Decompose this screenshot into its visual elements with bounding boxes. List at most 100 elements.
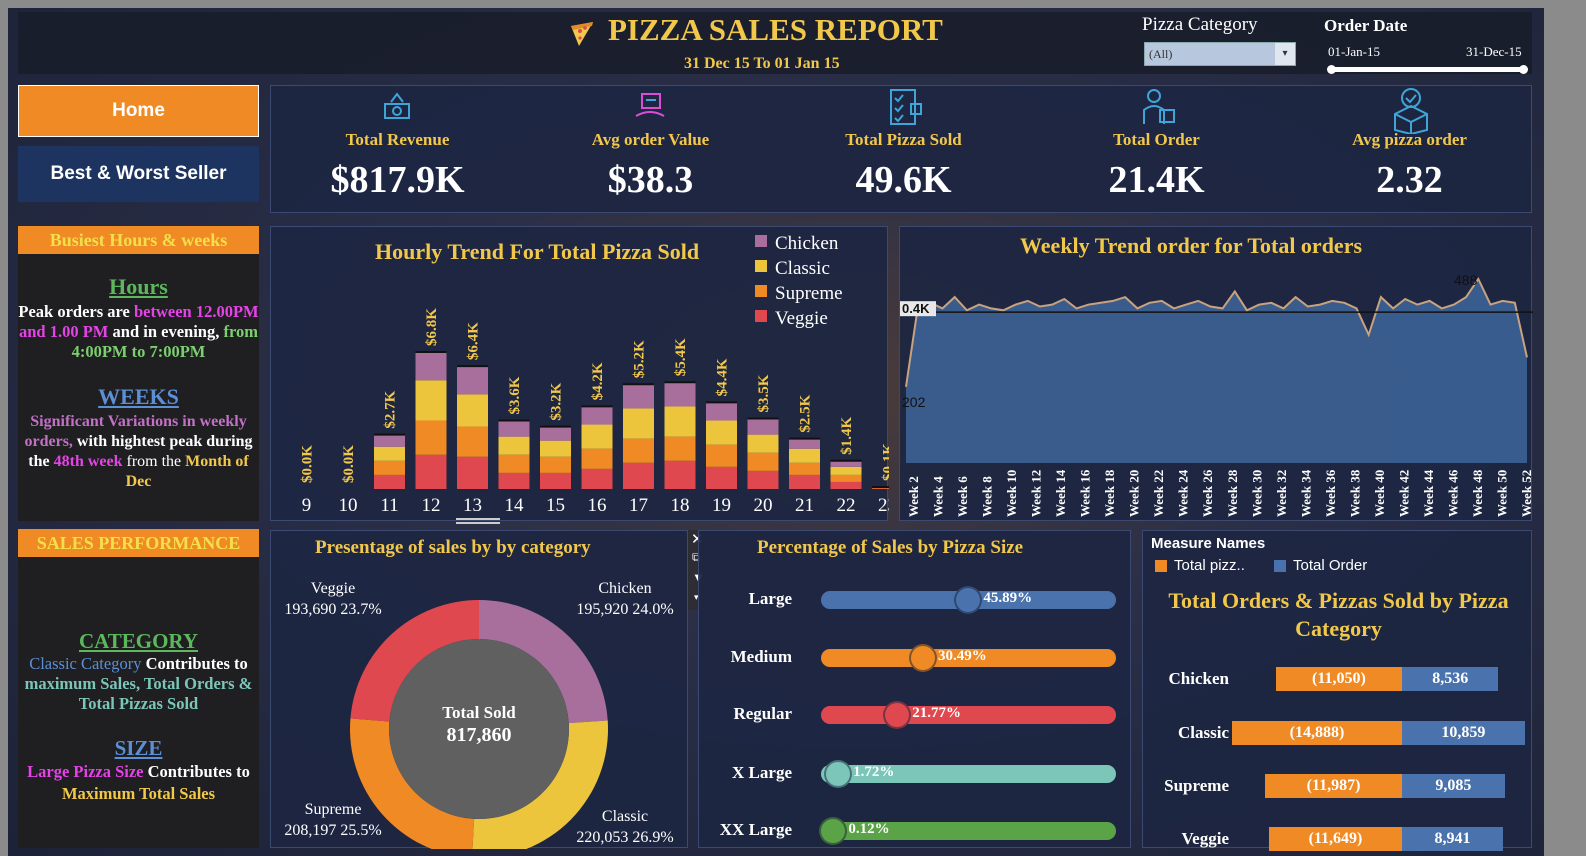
- bar-segment-supreme[interactable]: [830, 474, 862, 482]
- bar-segment-veggie[interactable]: [540, 472, 571, 489]
- bar-total-order[interactable]: 8,536: [1402, 667, 1499, 691]
- bar-segment-classic[interactable]: [664, 406, 696, 437]
- bar-segment-supreme[interactable]: [747, 452, 779, 471]
- bar-segment-classic[interactable]: [747, 434, 779, 453]
- hours-text-3: and in evening,: [108, 322, 224, 341]
- legend-label-pizzas: Total pizz..: [1174, 557, 1245, 574]
- bar-segment-supreme[interactable]: [415, 420, 447, 455]
- bar-segment-classic[interactable]: [623, 408, 654, 439]
- bar-segment-supreme[interactable]: [374, 460, 405, 475]
- hourly-trend-panel: Hourly Trend For Total Pizza Sold $0.0K 9…: [270, 226, 889, 522]
- bar-segment-classic[interactable]: [498, 436, 530, 455]
- bar-segment-veggie[interactable]: [872, 488, 889, 489]
- bar-segment-chicken[interactable]: [747, 418, 779, 435]
- size-percentage-panel: Percentage of Sales by Pizza Size Large 4…: [698, 530, 1131, 848]
- bar-segment-chicken[interactable]: [540, 426, 571, 441]
- category-donut-chart[interactable]: Total Sold 817,860 Chicken 195,920 24.0% Cla…: [271, 531, 689, 849]
- bar-segment-classic[interactable]: [457, 394, 488, 427]
- bar-segment-classic[interactable]: [540, 440, 571, 457]
- bar-segment-veggie[interactable]: [706, 466, 737, 489]
- order-date-label: Order Date: [1324, 16, 1408, 35]
- bar-segment-supreme[interactable]: [581, 448, 613, 469]
- kpi-label: Total Pizza Sold: [845, 130, 962, 149]
- bar-segment-chicken[interactable]: [789, 438, 820, 449]
- x-tick-label: Week 46: [1445, 469, 1460, 517]
- hours-text-1: Peak orders are: [18, 302, 134, 321]
- slider-handle-start[interactable]: [1327, 65, 1336, 74]
- bar-segment-veggie[interactable]: [789, 474, 820, 489]
- size-bar-marker: [954, 586, 983, 614]
- bar-segment-chicken[interactable]: [457, 366, 488, 395]
- bar-segment-chicken[interactable]: [664, 382, 696, 407]
- bar-segment-veggie[interactable]: [457, 456, 488, 489]
- hours-text: Peak orders are between 12.00PM and 1.00…: [18, 302, 259, 362]
- legend-label-orders: Total Order: [1293, 557, 1368, 574]
- category-pie-panel: Presentage of sales by by category Total…: [270, 530, 689, 849]
- kpi-label: Avg pizza order: [1352, 130, 1467, 149]
- best-worst-seller-button[interactable]: Best & Worst Seller: [18, 146, 259, 202]
- bar-segment-chicken[interactable]: [498, 420, 530, 437]
- x-tick-label: Week 22: [1151, 470, 1166, 517]
- x-tick-label: Week 14: [1053, 469, 1068, 517]
- bar-segment-veggie[interactable]: [830, 481, 862, 489]
- slice-label-value: 193,690 23.7%: [284, 601, 381, 618]
- bar-segment-classic[interactable]: [374, 446, 405, 461]
- legend-label-supreme: Supreme: [775, 283, 843, 304]
- bar-segment-supreme[interactable]: [498, 454, 530, 473]
- chevron-down-icon[interactable]: ▾: [1275, 43, 1295, 65]
- date-range-slider[interactable]: [1330, 67, 1526, 72]
- category-filter-value: (All): [1149, 47, 1173, 61]
- bar-segment-veggie[interactable]: [623, 462, 654, 489]
- bar-total-pizzas[interactable]: (11,050): [1275, 667, 1402, 691]
- x-tick-label: Week 30: [1249, 470, 1264, 517]
- bar-segment-supreme[interactable]: [664, 436, 696, 461]
- size-bar[interactable]: [821, 706, 1116, 724]
- date-range: 31 Dec 15 To 01 Jan 15: [684, 55, 840, 72]
- bar-total-label: $5.2K: [632, 340, 648, 378]
- bar-segment-chicken[interactable]: [415, 352, 447, 381]
- bar-segment-veggie[interactable]: [581, 468, 613, 489]
- home-button[interactable]: Home: [18, 85, 259, 137]
- bar-segment-chicken[interactable]: [623, 384, 654, 409]
- bar-total-pizzas[interactable]: (11,987): [1265, 774, 1402, 798]
- bar-total-pizzas[interactable]: (14,888): [1232, 721, 1402, 745]
- bar-segment-supreme[interactable]: [540, 456, 571, 473]
- slider-handle-end[interactable]: [1519, 65, 1528, 74]
- bar-segment-chicken[interactable]: [706, 402, 737, 421]
- bar-segment-veggie[interactable]: [747, 470, 779, 489]
- size-label: Medium: [730, 647, 792, 666]
- hourly-trend-chart[interactable]: $0.0K 9 $0.0K 10 $2.7K 11 $6.8K 12 $6.4K 13 $3.6K 1…: [271, 227, 889, 522]
- bar-segment-veggie[interactable]: [498, 472, 530, 489]
- resize-handle[interactable]: [456, 518, 500, 524]
- bar-segment-classic[interactable]: [830, 466, 862, 475]
- bar-segment-classic[interactable]: [415, 380, 447, 421]
- bar-segment-supreme[interactable]: [789, 462, 820, 475]
- bar-segment-veggie[interactable]: [374, 474, 405, 489]
- bar-segment-supreme[interactable]: [706, 444, 737, 467]
- bar-segment-chicken[interactable]: [374, 434, 405, 447]
- busiest-hours-title: Busiest Hours & weeks: [18, 226, 259, 254]
- kpi-value: $38.3: [607, 159, 694, 201]
- x-tick-label: 12: [422, 495, 441, 516]
- x-tick-label: Week 20: [1127, 470, 1142, 517]
- slice-label-name: Chicken: [598, 580, 651, 597]
- bar-segment-veggie[interactable]: [664, 460, 696, 489]
- bar-segment-classic[interactable]: [581, 424, 613, 449]
- bar-segment-classic[interactable]: [789, 448, 820, 463]
- bar-segment-chicken[interactable]: [581, 406, 613, 425]
- weeks-text: Significant Variations in weekly orders,…: [18, 412, 259, 492]
- bar-total-order[interactable]: 8,941: [1402, 827, 1504, 851]
- category-filter-select[interactable]: (All) ▾: [1144, 42, 1296, 66]
- bar-segment-supreme[interactable]: [623, 438, 654, 463]
- bar-total-label: $2.5K: [798, 394, 814, 432]
- bar-segment-classic[interactable]: [706, 420, 737, 445]
- bar-segment-veggie[interactable]: [415, 454, 447, 489]
- category-text-1: Classic Category: [29, 654, 142, 673]
- bar-segment-supreme[interactable]: [457, 426, 488, 457]
- bar-total-pizzas[interactable]: (11,649): [1268, 827, 1402, 851]
- bar-total-order[interactable]: 10,859: [1402, 721, 1525, 745]
- kpi-avg-order-value: Avg order Value $38.3: [524, 86, 777, 214]
- x-tick-label: Week 38: [1347, 469, 1362, 517]
- bar-total-order[interactable]: 9,085: [1402, 774, 1505, 798]
- weekly-trend-chart[interactable]: 0.4K 202 488 Week 2 Week 4 Week 6 Week 8 Week 1…: [900, 227, 1533, 522]
